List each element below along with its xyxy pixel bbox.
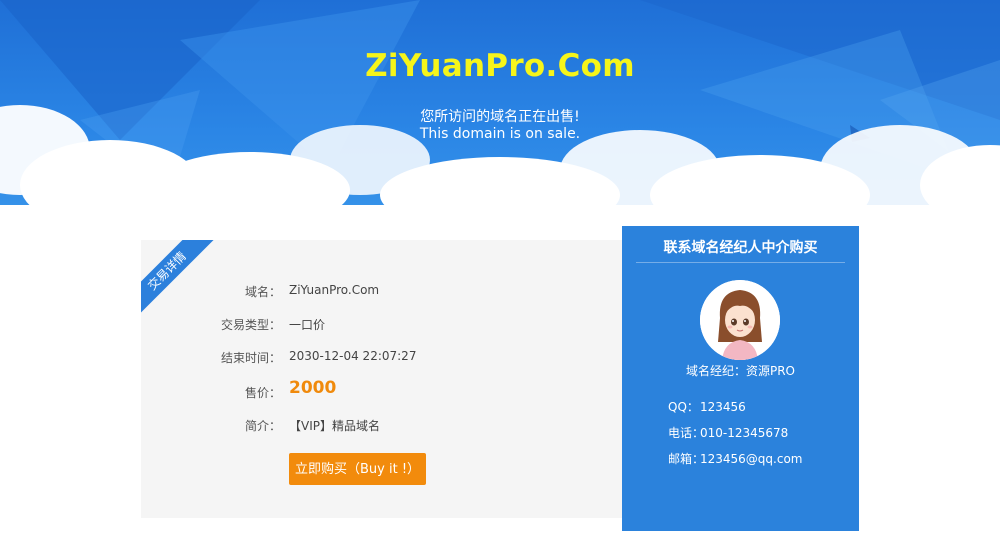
domain-label: 域名： <box>244 285 281 299</box>
price-value: 2000 <box>289 378 337 398</box>
broker-divider <box>636 262 845 263</box>
trade-type-value: 一口价 <box>289 318 326 332</box>
contact-email: 邮箱：123456@qq.com <box>668 450 803 467</box>
broker-avatar <box>700 280 780 360</box>
end-time-value: 2030-12-04 22:07:27 <box>289 349 417 363</box>
contact-qq-label: QQ： <box>668 400 699 414</box>
broker-panel: 联系域名经纪人中介购买 域名经纪：资源PRO QQ：123456 电话：010-… <box>622 226 859 531</box>
detail-ribbon: 交易详情 <box>141 240 218 322</box>
broker-name: 域名经纪：资源PRO <box>685 364 796 378</box>
contact-email-value: 123456@qq.com <box>700 452 803 466</box>
domain-value: ZiYuanPro.Com <box>289 283 380 297</box>
avatar-illustration <box>700 280 780 360</box>
intro-value: 【VIP】精品域名 <box>289 419 380 433</box>
end-time-label: 结束时间： <box>220 351 281 365</box>
site-title: ZiYuanPro.Com <box>365 48 635 84</box>
sale-notice-cn: 您所访问的域名正在出售! <box>420 109 580 125</box>
transaction-detail-panel: 交易详情 域名： ZiYuanPro.Com 交易类型： 一口价 结束时间： 2… <box>141 240 622 518</box>
contact-phone: 电话：010-12345678 <box>668 424 788 441</box>
hero-banner: ZiYuanPro.Com 您所访问的域名正在出售! This domain i… <box>0 0 1000 240</box>
price-label: 售价： <box>244 386 281 400</box>
buy-now-button[interactable]: 立即购买（Buy it !） <box>289 453 426 485</box>
trade-type-label: 交易类型： <box>220 318 281 332</box>
intro-label: 简介： <box>244 419 281 433</box>
contact-phone-label: 电话： <box>668 426 705 440</box>
contact-email-label: 邮箱： <box>668 452 705 466</box>
contact-qq: QQ：123456 <box>668 398 746 415</box>
broker-panel-title: 联系域名经纪人中介购买 <box>663 240 818 256</box>
contact-phone-value: 010-12345678 <box>700 426 789 440</box>
contact-qq-value: 123456 <box>700 400 746 414</box>
sale-notice-en: This domain is on sale. <box>419 126 581 142</box>
